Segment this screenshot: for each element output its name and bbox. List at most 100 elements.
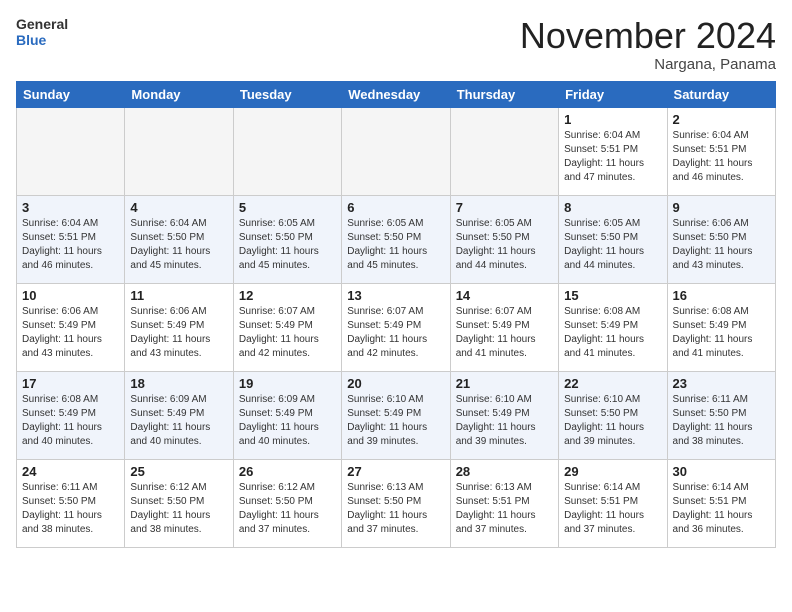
calendar-cell: 16 Sunrise: 6:08 AM Sunset: 5:49 PM Dayli… — [667, 283, 775, 371]
day-number: 9 — [673, 200, 770, 215]
day-number: 24 — [22, 464, 119, 479]
calendar-cell: 17 Sunrise: 6:08 AM Sunset: 5:49 PM Dayli… — [17, 371, 125, 459]
day-number: 1 — [564, 112, 661, 127]
day-detail: Sunrise: 6:10 AM Sunset: 5:49 PM Dayligh… — [347, 393, 444, 449]
weekday-header-sunday: Sunday — [17, 81, 125, 107]
day-number: 7 — [456, 200, 553, 215]
day-number: 17 — [22, 376, 119, 391]
calendar-cell: 14 Sunrise: 6:07 AM Sunset: 5:49 PM Dayli… — [450, 283, 558, 371]
calendar-week-row: 17 Sunrise: 6:08 AM Sunset: 5:49 PM Dayli… — [17, 371, 776, 459]
weekday-header-friday: Friday — [559, 81, 667, 107]
calendar-cell — [450, 107, 558, 195]
weekday-header-tuesday: Tuesday — [233, 81, 341, 107]
weekday-header-wednesday: Wednesday — [342, 81, 450, 107]
calendar-cell: 21 Sunrise: 6:10 AM Sunset: 5:49 PM Dayli… — [450, 371, 558, 459]
day-detail: Sunrise: 6:09 AM Sunset: 5:49 PM Dayligh… — [239, 393, 336, 449]
calendar-week-row: 3 Sunrise: 6:04 AM Sunset: 5:51 PM Daylig… — [17, 195, 776, 283]
day-detail: Sunrise: 6:05 AM Sunset: 5:50 PM Dayligh… — [564, 217, 661, 273]
calendar-cell: 9Sunrise: 6:06 AM Sunset: 5:50 PM Daylig… — [667, 195, 775, 283]
day-number: 6 — [347, 200, 444, 215]
day-number: 28 — [456, 464, 553, 479]
day-detail: Sunrise: 6:08 AM Sunset: 5:49 PM Dayligh… — [564, 305, 661, 361]
calendar-cell — [342, 107, 450, 195]
day-detail: Sunrise: 6:13 AM Sunset: 5:50 PM Dayligh… — [347, 481, 444, 537]
day-detail: Sunrise: 6:07 AM Sunset: 5:49 PM Dayligh… — [456, 305, 553, 361]
day-number: 30 — [673, 464, 770, 479]
calendar-cell: 4Sunrise: 6:04 AM Sunset: 5:50 PM Daylig… — [125, 195, 233, 283]
day-detail: Sunrise: 6:04 AM Sunset: 5:50 PM Dayligh… — [130, 217, 227, 273]
calendar-cell: 18 Sunrise: 6:09 AM Sunset: 5:49 PM Dayli… — [125, 371, 233, 459]
calendar-cell: 30 Sunrise: 6:14 AM Sunset: 5:51 PM Dayli… — [667, 459, 775, 547]
day-detail: Sunrise: 6:09 AM Sunset: 5:49 PM Dayligh… — [130, 393, 227, 449]
day-number: 13 — [347, 288, 444, 303]
day-detail: Sunrise: 6:05 AM Sunset: 5:50 PM Dayligh… — [239, 217, 336, 273]
page-header: General Blue November 2024 Nargana, Pana… — [16, 16, 776, 73]
day-detail: Sunrise: 6:13 AM Sunset: 5:51 PM Dayligh… — [456, 481, 553, 537]
day-detail: Sunrise: 6:11 AM Sunset: 5:50 PM Dayligh… — [22, 481, 119, 537]
day-detail: Sunrise: 6:07 AM Sunset: 5:49 PM Dayligh… — [347, 305, 444, 361]
day-number: 21 — [456, 376, 553, 391]
day-number: 26 — [239, 464, 336, 479]
calendar-cell: 3 Sunrise: 6:04 AM Sunset: 5:51 PM Daylig… — [17, 195, 125, 283]
weekday-header-saturday: Saturday — [667, 81, 775, 107]
calendar-cell: 28 Sunrise: 6:13 AM Sunset: 5:51 PM Dayli… — [450, 459, 558, 547]
calendar-week-row: 1 Sunrise: 6:04 AM Sunset: 5:51 PM Daylig… — [17, 107, 776, 195]
day-number: 20 — [347, 376, 444, 391]
day-detail: Sunrise: 6:08 AM Sunset: 5:49 PM Dayligh… — [673, 305, 770, 361]
day-detail: Sunrise: 6:04 AM Sunset: 5:51 PM Dayligh… — [564, 129, 661, 185]
calendar-cell: 10 Sunrise: 6:06 AM Sunset: 5:49 PM Dayli… — [17, 283, 125, 371]
day-detail: Sunrise: 6:04 AM Sunset: 5:51 PM Dayligh… — [673, 129, 770, 185]
day-detail: Sunrise: 6:07 AM Sunset: 5:49 PM Dayligh… — [239, 305, 336, 361]
calendar-cell: 5 Sunrise: 6:05 AM Sunset: 5:50 PM Daylig… — [233, 195, 341, 283]
day-number: 27 — [347, 464, 444, 479]
day-detail: Sunrise: 6:06 AM Sunset: 5:49 PM Dayligh… — [130, 305, 227, 361]
calendar-cell: 6 Sunrise: 6:05 AM Sunset: 5:50 PM Daylig… — [342, 195, 450, 283]
day-number: 29 — [564, 464, 661, 479]
day-detail: Sunrise: 6:12 AM Sunset: 5:50 PM Dayligh… — [130, 481, 227, 537]
day-detail: Sunrise: 6:12 AM Sunset: 5:50 PM Dayligh… — [239, 481, 336, 537]
day-number: 25 — [130, 464, 227, 479]
calendar-cell — [125, 107, 233, 195]
calendar-cell — [233, 107, 341, 195]
day-number: 8 — [564, 200, 661, 215]
logo-blue-label: Blue — [16, 32, 68, 48]
calendar-cell: 23Sunrise: 6:11 AM Sunset: 5:50 PM Dayli… — [667, 371, 775, 459]
day-number: 10 — [22, 288, 119, 303]
day-number: 14 — [456, 288, 553, 303]
calendar-cell: 13 Sunrise: 6:07 AM Sunset: 5:49 PM Dayli… — [342, 283, 450, 371]
calendar-cell — [17, 107, 125, 195]
calendar-week-row: 10 Sunrise: 6:06 AM Sunset: 5:49 PM Dayli… — [17, 283, 776, 371]
day-detail: Sunrise: 6:11 AM Sunset: 5:50 PM Dayligh… — [673, 393, 770, 449]
day-number: 16 — [673, 288, 770, 303]
calendar-table: SundayMondayTuesdayWednesdayThursdayFrid… — [16, 81, 776, 548]
day-number: 5 — [239, 200, 336, 215]
calendar-header-row: SundayMondayTuesdayWednesdayThursdayFrid… — [17, 81, 776, 107]
weekday-header-thursday: Thursday — [450, 81, 558, 107]
calendar-cell: 12 Sunrise: 6:07 AM Sunset: 5:49 PM Dayli… — [233, 283, 341, 371]
day-detail: Sunrise: 6:05 AM Sunset: 5:50 PM Dayligh… — [456, 217, 553, 273]
logo: General Blue — [16, 16, 70, 48]
day-detail: Sunrise: 6:04 AM Sunset: 5:51 PM Dayligh… — [22, 217, 119, 273]
day-detail: Sunrise: 6:10 AM Sunset: 5:49 PM Dayligh… — [456, 393, 553, 449]
day-number: 19 — [239, 376, 336, 391]
calendar-cell: 24 Sunrise: 6:11 AM Sunset: 5:50 PM Dayli… — [17, 459, 125, 547]
calendar-cell: 15Sunrise: 6:08 AM Sunset: 5:49 PM Dayli… — [559, 283, 667, 371]
calendar-cell: 22 Sunrise: 6:10 AM Sunset: 5:50 PM Dayli… — [559, 371, 667, 459]
calendar-cell: 20 Sunrise: 6:10 AM Sunset: 5:49 PM Dayli… — [342, 371, 450, 459]
calendar-week-row: 24 Sunrise: 6:11 AM Sunset: 5:50 PM Dayli… — [17, 459, 776, 547]
day-number: 11 — [130, 288, 227, 303]
day-detail: Sunrise: 6:14 AM Sunset: 5:51 PM Dayligh… — [673, 481, 770, 537]
day-detail: Sunrise: 6:05 AM Sunset: 5:50 PM Dayligh… — [347, 217, 444, 273]
day-number: 18 — [130, 376, 227, 391]
logo-general-label: General — [16, 16, 68, 32]
day-detail: Sunrise: 6:10 AM Sunset: 5:50 PM Dayligh… — [564, 393, 661, 449]
day-number: 22 — [564, 376, 661, 391]
calendar-cell: 29Sunrise: 6:14 AM Sunset: 5:51 PM Dayli… — [559, 459, 667, 547]
day-number: 12 — [239, 288, 336, 303]
day-detail: Sunrise: 6:06 AM Sunset: 5:49 PM Dayligh… — [22, 305, 119, 361]
location-subtitle: Nargana, Panama — [520, 56, 776, 73]
day-detail: Sunrise: 6:08 AM Sunset: 5:49 PM Dayligh… — [22, 393, 119, 449]
calendar-cell: 19 Sunrise: 6:09 AM Sunset: 5:49 PM Dayli… — [233, 371, 341, 459]
day-number: 3 — [22, 200, 119, 215]
calendar-cell: 25 Sunrise: 6:12 AM Sunset: 5:50 PM Dayli… — [125, 459, 233, 547]
